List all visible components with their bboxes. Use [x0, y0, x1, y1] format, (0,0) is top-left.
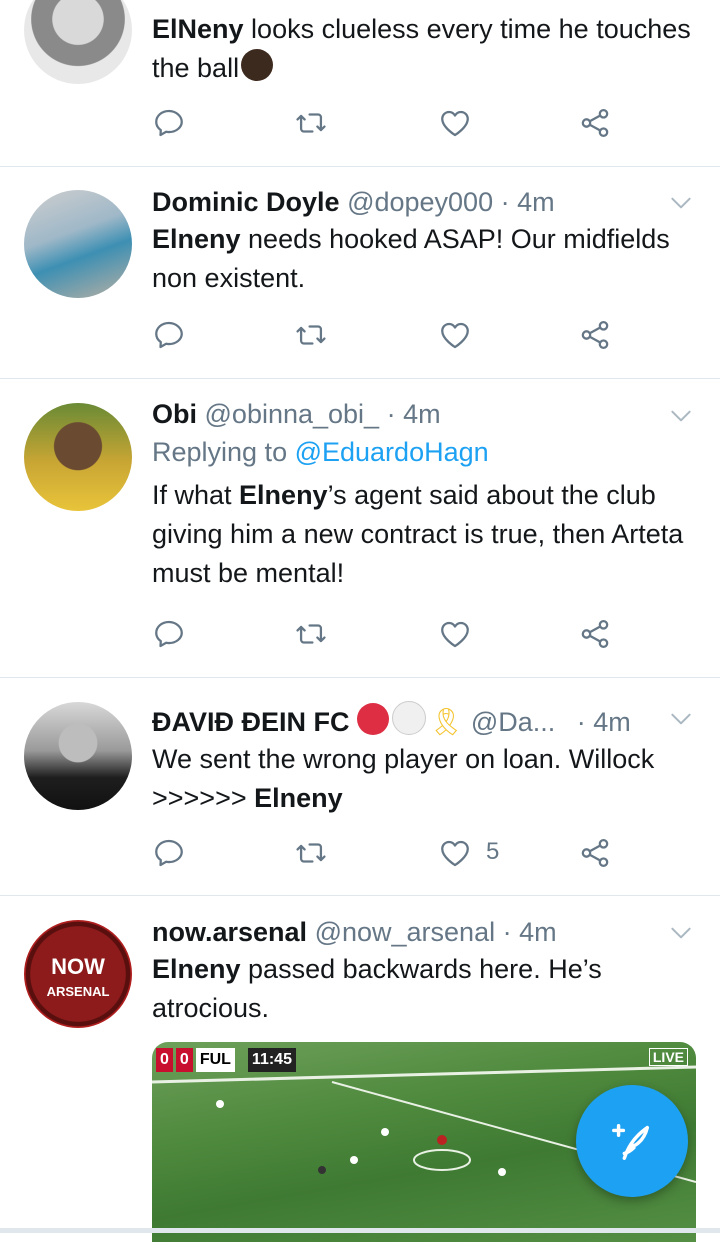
reply-icon	[152, 318, 186, 352]
like-button[interactable]	[438, 617, 478, 657]
share-icon	[578, 617, 612, 651]
share-button[interactable]	[578, 106, 618, 146]
heart-icon	[438, 836, 472, 870]
retweet-button[interactable]	[294, 106, 334, 146]
author-handle[interactable]: @dopey000	[347, 187, 493, 217]
tweet-header: Dominic Doyle @dopey000 · 4m	[152, 184, 696, 220]
retweet-button[interactable]	[294, 318, 334, 358]
reply-button[interactable]	[152, 836, 192, 876]
reply-button[interactable]	[152, 106, 192, 146]
tweet-time: · 4m	[386, 399, 441, 429]
avatar[interactable]	[24, 702, 132, 810]
white-circle-icon	[392, 701, 427, 735]
like-count: 5	[486, 838, 500, 865]
tweet-header: Obi @obinna_obi_ · 4m	[152, 396, 696, 432]
share-icon	[578, 106, 612, 140]
tweet-item[interactable]: Obi @obinna_obi_ · 4m Replying to @Eduar…	[0, 379, 720, 678]
tweet-header: ĐAVIĐ ĐEIN FC 🎗 @Da... · 4m	[152, 701, 696, 740]
share-icon	[578, 318, 612, 352]
red-circle-icon	[357, 703, 390, 735]
retweet-button[interactable]	[294, 617, 334, 657]
reply-icon	[152, 617, 186, 651]
author-handle[interactable]: @Da...	[471, 707, 555, 737]
compose-tweet-icon	[612, 1123, 650, 1160]
reply-handle-link[interactable]: @EduardoHagn	[295, 437, 489, 467]
tweet-time: · 4m	[500, 187, 555, 217]
retweet-icon	[294, 617, 328, 651]
tweet-text: If what Elneny’s agent said about the cl…	[152, 480, 684, 588]
tweet-item[interactable]: ElNeny looks clueless every time he touc…	[0, 0, 720, 167]
avatar[interactable]: NOW ARSENAL	[24, 920, 132, 1028]
reply-button[interactable]	[152, 318, 192, 358]
author-handle[interactable]: @now_arsenal	[315, 917, 496, 947]
reply-icon	[152, 836, 186, 870]
avatar[interactable]	[24, 0, 132, 84]
author-name[interactable]: Dominic Doyle	[152, 187, 340, 217]
share-button[interactable]	[578, 617, 618, 657]
author-handle[interactable]: @obinna_obi_	[205, 399, 380, 429]
compose-tweet-button[interactable]	[576, 1085, 688, 1197]
chevron-down-icon[interactable]	[668, 190, 694, 216]
ribbon-icon: 🎗	[429, 707, 464, 737]
like-button[interactable]	[438, 318, 478, 358]
retweet-icon	[294, 106, 328, 140]
tweet-text: Elneny passed backwards here. He’s atroc…	[152, 954, 602, 1023]
reply-button[interactable]	[152, 617, 192, 657]
chevron-down-icon[interactable]	[668, 403, 694, 429]
tweet-item[interactable]: Dominic Doyle @dopey000 · 4m Elneny need…	[0, 166, 720, 379]
retweet-button[interactable]	[294, 836, 334, 876]
share-button[interactable]	[578, 318, 618, 358]
tweet-text: We sent the wrong player on loan. Willoc…	[152, 744, 655, 813]
bottom-edge	[0, 1228, 720, 1233]
heart-icon	[438, 318, 472, 352]
tweet-header: now.arsenal @now_arsenal · 4m	[152, 914, 696, 950]
chevron-down-icon[interactable]	[668, 706, 694, 732]
share-button[interactable]	[578, 836, 618, 876]
tweet-time: · 4m	[502, 917, 557, 947]
chevron-down-icon[interactable]	[668, 920, 694, 946]
retweet-icon	[294, 836, 328, 870]
author-name[interactable]: ĐAVIĐ ĐEIN FC	[152, 707, 350, 737]
avatar[interactable]	[24, 403, 132, 511]
tweet-item[interactable]: ĐAVIĐ ĐEIN FC 🎗 @Da... · 4m We sent the …	[0, 678, 720, 896]
tweet-text: Elneny needs hooked ASAP! Our midfields …	[152, 224, 670, 293]
like-button[interactable]	[438, 106, 478, 146]
tweet-text: ElNeny looks clueless every time he touc…	[152, 14, 691, 83]
tweet-time: · 4m	[576, 707, 631, 737]
share-icon	[578, 836, 612, 870]
like-button[interactable]: 5	[438, 836, 499, 876]
heart-icon	[438, 106, 472, 140]
reply-icon	[152, 106, 186, 140]
author-name[interactable]: now.arsenal	[152, 917, 307, 947]
author-name[interactable]: Obi	[152, 399, 197, 429]
facepalm-emoji-icon	[241, 49, 274, 81]
avatar[interactable]	[24, 190, 132, 298]
avatar-logo-text: NOW ARSENAL	[46, 954, 110, 1000]
retweet-icon	[294, 318, 328, 352]
heart-icon	[438, 617, 472, 651]
replying-to: Replying to @EduardoHagn	[152, 437, 489, 467]
